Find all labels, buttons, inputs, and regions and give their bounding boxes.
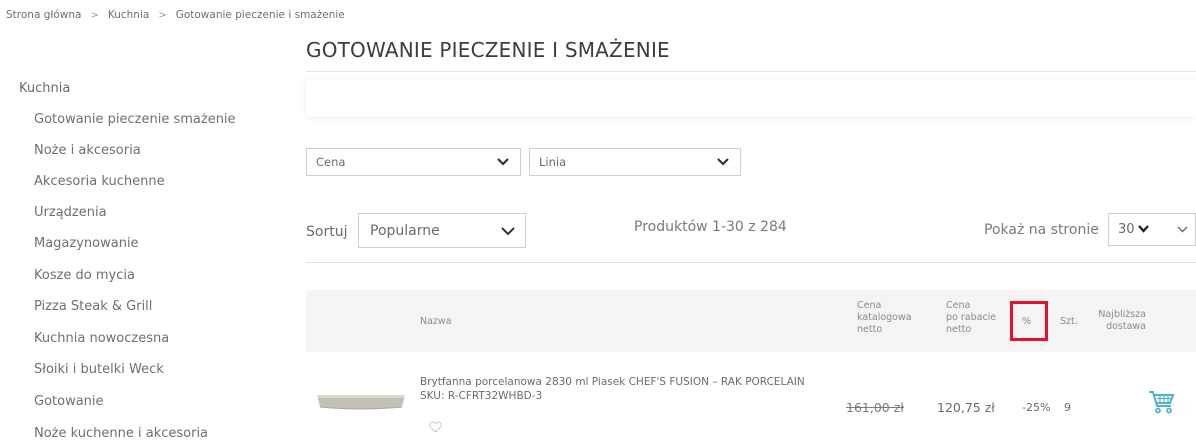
line-filter-label: Linia <box>539 155 567 169</box>
page-title: GOTOWANIE PIECZENIE I SMAŻENIE <box>306 38 670 62</box>
column-header-discount-price: Cena po rabacie netto <box>946 300 997 335</box>
product-name-link[interactable]: Brytfanna porcelanowa 2830 ml Piasek CHE… <box>420 376 805 389</box>
breadcrumb-home[interactable]: Strona główna <box>6 9 81 21</box>
category-banner-panel <box>306 80 1196 117</box>
sort-select[interactable]: Popularne <box>358 213 526 248</box>
toolbar-divider <box>306 262 1196 263</box>
sidebar-item[interactable]: Gotowanie pieczenie smażenie <box>34 112 236 127</box>
breadcrumb-kitchen[interactable]: Kuchnia <box>108 9 149 21</box>
title-divider <box>306 71 1196 72</box>
sidebar-root-kitchen[interactable]: Kuchnia <box>19 81 70 96</box>
sort-label: Sortuj <box>306 224 348 240</box>
sidebar-item[interactable]: Urządzenia <box>34 205 107 220</box>
discount-percent: -25% <box>1022 401 1051 414</box>
chevron-right-icon: > <box>90 9 99 21</box>
chevron-right-icon: > <box>158 9 167 21</box>
sidebar-item[interactable]: Noże i akcesoria <box>34 143 141 158</box>
line-filter-select[interactable]: Linia <box>529 148 741 176</box>
chevron-down-icon <box>1138 225 1149 233</box>
chevron-down-icon <box>501 227 515 236</box>
chevron-down-icon <box>717 158 729 166</box>
per-page-label: Pokaż na stronie <box>984 222 1099 238</box>
breadcrumb-current: Gotowanie pieczenie i smażenie <box>175 9 345 21</box>
column-header-name: Nazwa <box>420 316 452 327</box>
sidebar-item[interactable]: Noże kuchenne i akcesoria <box>34 426 208 441</box>
product-sku: SKU: R-CFRT32WHBD-3 <box>420 390 543 402</box>
sidebar-item[interactable]: Gotowanie <box>34 394 104 409</box>
discount-price: 120,75 zł <box>937 400 995 415</box>
sidebar-item[interactable]: Kosze do mycia <box>34 268 135 283</box>
sidebar-item[interactable]: Kuchnia nowoczesna <box>34 331 169 346</box>
chevron-down-icon <box>1177 226 1188 233</box>
cart-icon[interactable] <box>1148 389 1176 415</box>
discount-header-highlight <box>1010 301 1048 341</box>
per-page-value: 30 <box>1118 222 1135 237</box>
price-filter-select[interactable]: Cena <box>306 148 521 176</box>
sidebar-item[interactable]: Akcesoria kuchenne <box>34 174 165 189</box>
per-page-select[interactable]: 30 <box>1108 213 1196 246</box>
product-thumbnail[interactable] <box>314 390 408 416</box>
heart-outline-icon[interactable] <box>429 421 442 433</box>
column-header-delivery: Najbliższa dostawa <box>1098 309 1146 332</box>
column-header-qty: Szt. <box>1060 316 1078 327</box>
catalog-price: 161,00 zł <box>846 400 904 415</box>
column-header-catalog-price: Cena katalogowa netto <box>857 300 912 335</box>
stock-quantity: 9 <box>1064 401 1071 414</box>
price-filter-label: Cena <box>316 155 346 169</box>
product-count: Produktów 1-30 z 284 <box>634 219 787 235</box>
sort-select-value: Popularne <box>370 222 440 239</box>
sidebar-item[interactable]: Magazynowanie <box>34 236 139 251</box>
breadcrumb: Strona główna > Kuchnia > Gotowanie piec… <box>6 9 345 21</box>
chevron-down-icon <box>497 158 509 166</box>
sidebar-item[interactable]: Słoiki i butelki Weck <box>34 362 164 377</box>
sidebar-item[interactable]: Pizza Steak & Grill <box>34 299 152 314</box>
